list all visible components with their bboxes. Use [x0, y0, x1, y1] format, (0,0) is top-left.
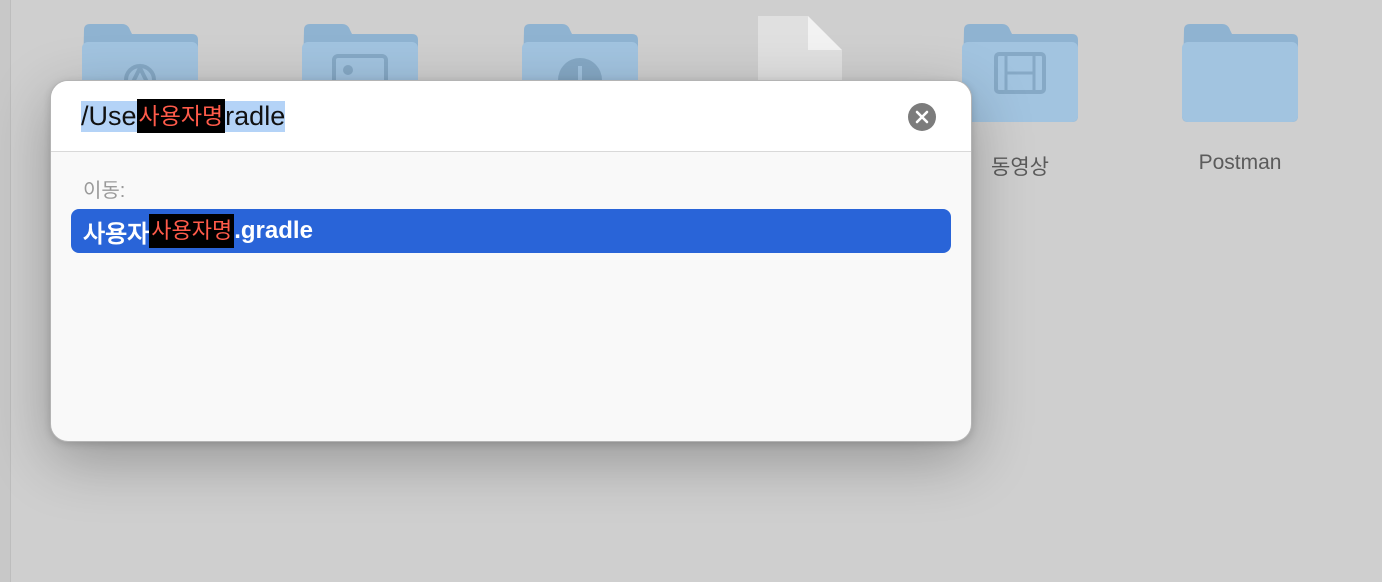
postman-folder-label: Postman: [1198, 151, 1282, 174]
movies-folder-icon[interactable]: [960, 20, 1080, 124]
path-input-bar: /Use 사용자명 radle: [51, 81, 971, 152]
suggestion-prefix: 사용자: [83, 220, 150, 248]
suggestion-text: 사용자 사용자명 .gradle: [83, 214, 313, 249]
section-label-goto: 이동:: [83, 180, 126, 202]
path-suffix: radle: [225, 100, 286, 132]
clear-icon: [915, 110, 929, 124]
suggestion-redacted: 사용자명: [149, 214, 235, 248]
suggestion-row-selected[interactable]: 사용자 사용자명 .gradle: [71, 209, 951, 253]
suggestion-suffix: .gradle: [234, 217, 313, 244]
window-left-edge: [0, 0, 11, 582]
path-prefix: /Use: [81, 100, 137, 132]
clear-button[interactable]: [908, 103, 936, 131]
path-input[interactable]: /Use 사용자명 radle: [81, 99, 286, 133]
path-redacted: 사용자명: [136, 99, 226, 133]
go-to-folder-dialog: /Use 사용자명 radle 이동: 사용자 사용자명 .gradle: [50, 80, 972, 442]
postman-folder-icon[interactable]: [1180, 20, 1300, 124]
